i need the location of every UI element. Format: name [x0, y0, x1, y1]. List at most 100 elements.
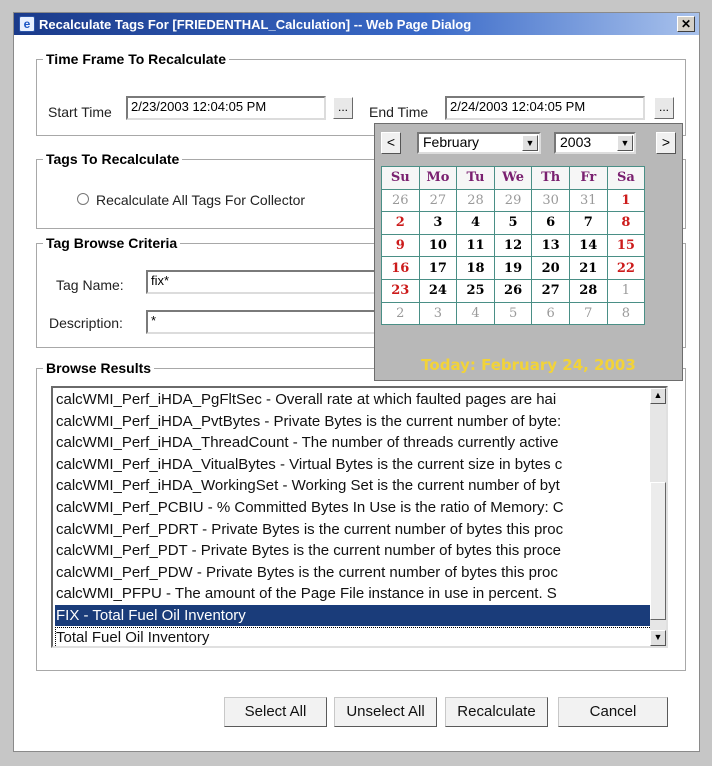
- calendar-day[interactable]: 26: [381, 188, 420, 213]
- month-select[interactable]: February ▼: [417, 132, 541, 154]
- start-time-input[interactable]: 2/23/2003 12:04:05 PM: [126, 96, 326, 120]
- calendar-day[interactable]: 13: [531, 233, 570, 258]
- result-list-item[interactable]: calcWMI_Perf_PDT - Private Bytes is the …: [55, 540, 652, 561]
- select-all-button[interactable]: Select All: [224, 697, 327, 727]
- calendar-day[interactable]: 12: [493, 233, 533, 258]
- calendar-day[interactable]: 6: [531, 211, 570, 235]
- start-time-picker-button[interactable]: ...: [333, 97, 353, 119]
- calendar-day[interactable]: 2: [381, 301, 420, 326]
- result-list-item[interactable]: FIX - Total Fuel Oil Inventory: [55, 605, 652, 626]
- result-list-item[interactable]: calcWMI_Perf_iHDA_ThreadCount - The numb…: [55, 432, 652, 453]
- calendar-day[interactable]: 4: [456, 211, 495, 235]
- calendar-day[interactable]: 25: [456, 278, 495, 303]
- calendar-day[interactable]: 4: [456, 301, 495, 326]
- scroll-thumb[interactable]: [650, 482, 666, 620]
- calendar-day[interactable]: 5: [493, 301, 533, 326]
- calendar-day[interactable]: 15: [606, 233, 646, 258]
- time-frame-legend: Time Frame To Recalculate: [43, 51, 229, 67]
- tag-name-input[interactable]: fix*: [146, 270, 376, 294]
- result-list-item[interactable]: calcWMI_Perf_iHDA_VitualBytes - Virtual …: [55, 454, 652, 475]
- prev-month-button[interactable]: <: [381, 132, 401, 154]
- result-list-item[interactable]: calcWMI_Perf_PDW - Private Bytes is the …: [55, 562, 652, 583]
- browse-criteria-legend: Tag Browse Criteria: [43, 235, 181, 251]
- calendar-day[interactable]: 16: [381, 256, 420, 280]
- recalculate-button[interactable]: Recalculate: [445, 697, 548, 727]
- calendar-day[interactable]: 6: [531, 301, 570, 326]
- browse-results-list[interactable]: calcWMI_Perf_iHDA_PgFltSec - Overall rat…: [51, 386, 668, 648]
- close-button[interactable]: ✕: [677, 16, 695, 32]
- window-title: Recalculate Tags For [FRIEDENTHAL_Calcul…: [39, 16, 472, 32]
- calendar-day[interactable]: 29: [493, 188, 533, 213]
- weekday-header: Su: [381, 166, 420, 190]
- result-list-item[interactable]: Total Fuel Oil Inventory: [55, 626, 652, 646]
- weekday-header: Fr: [568, 166, 608, 190]
- unselect-all-button[interactable]: Unselect All: [334, 697, 437, 727]
- today-label[interactable]: Today: February 24, 2003: [375, 356, 682, 374]
- calendar-day[interactable]: 2: [381, 211, 420, 235]
- calendar-day[interactable]: 9: [381, 233, 420, 258]
- cancel-button[interactable]: Cancel: [558, 697, 668, 727]
- result-list-item[interactable]: calcWMI_PFPU - The amount of the Page Fi…: [55, 583, 652, 604]
- year-select[interactable]: 2003 ▼: [554, 132, 636, 154]
- calendar-day[interactable]: 20: [531, 256, 570, 280]
- calendar-day[interactable]: 19: [493, 256, 533, 280]
- calendar-day[interactable]: 11: [456, 233, 495, 258]
- calendar-day[interactable]: 31: [568, 188, 608, 213]
- tags-to-recalculate-legend: Tags To Recalculate: [43, 151, 183, 167]
- calendar-popup: < February ▼ 2003 ▼ > Su Mo Tu We Th Fr Sa 26 27…: [374, 123, 683, 381]
- result-list-item[interactable]: calcWMI_Perf_PCBIU - % Committed Bytes I…: [55, 497, 652, 518]
- calendar-day[interactable]: 30: [531, 188, 570, 213]
- result-list-item[interactable]: calcWMI_Perf_iHDA_PgFltSec - Overall rat…: [55, 389, 652, 410]
- weekday-header: Tu: [456, 166, 495, 190]
- calendar-day[interactable]: 7: [568, 301, 608, 326]
- calendar-day[interactable]: 28: [568, 278, 608, 303]
- calendar-day[interactable]: 8: [606, 211, 646, 235]
- calendar-day[interactable]: 23: [381, 278, 420, 303]
- weekday-header: We: [493, 166, 533, 190]
- description-input[interactable]: *: [146, 310, 376, 334]
- scroll-up-arrow-icon[interactable]: ▲: [650, 388, 666, 404]
- weekday-header: Th: [531, 166, 570, 190]
- end-time-input[interactable]: 2/24/2003 12:04:05 PM: [445, 96, 645, 120]
- calendar-day[interactable]: 26: [493, 278, 533, 303]
- end-time-label: End Time: [369, 104, 429, 120]
- calendar-day[interactable]: 14: [568, 233, 608, 258]
- calendar-day[interactable]: 10: [418, 233, 458, 258]
- next-month-button[interactable]: >: [656, 132, 676, 154]
- calendar-day[interactable]: 3: [418, 301, 458, 326]
- ie-icon: e: [19, 16, 35, 32]
- year-dropdown-arrow-icon[interactable]: ▼: [617, 135, 633, 151]
- browse-results-legend: Browse Results: [43, 360, 155, 376]
- end-time-picker-button[interactable]: ...: [654, 97, 674, 119]
- calendar-day[interactable]: 27: [531, 278, 570, 303]
- calendar-day[interactable]: 18: [456, 256, 495, 280]
- calendar-day[interactable]: 3: [418, 211, 458, 235]
- calendar-grid: Su Mo Tu We Th Fr Sa 26 27 28 29 30 31 1 2 3 4 5 6 7 8 9 10 11 1…: [381, 166, 646, 326]
- calendar-day[interactable]: 8: [606, 301, 646, 326]
- description-label: Description:: [49, 315, 123, 331]
- calendar-day[interactable]: 1: [606, 278, 646, 303]
- weekday-header: Sa: [606, 166, 646, 190]
- recalc-all-radio[interactable]: [77, 193, 89, 205]
- calendar-day[interactable]: 5: [493, 211, 533, 235]
- calendar-day[interactable]: 17: [418, 256, 458, 280]
- calendar-day[interactable]: 21: [568, 256, 608, 280]
- results-scrollbar[interactable]: ▲ ▼: [650, 388, 666, 646]
- weekday-header: Mo: [418, 166, 458, 190]
- calendar-day[interactable]: 22: [606, 256, 646, 280]
- result-list-item[interactable]: calcWMI_Perf_PDRT - Private Bytes is the…: [55, 519, 652, 540]
- year-value: 2003: [560, 134, 592, 150]
- month-value: February: [423, 134, 480, 150]
- calendar-day[interactable]: 24: [418, 278, 458, 303]
- calendar-day[interactable]: 27: [418, 188, 458, 213]
- result-list-item[interactable]: calcWMI_Perf_iHDA_PvtBytes - Private Byt…: [55, 411, 652, 432]
- calendar-day[interactable]: 7: [568, 211, 608, 235]
- calendar-day[interactable]: 1: [606, 188, 646, 213]
- start-time-label: Start Time: [48, 104, 112, 120]
- result-list-item[interactable]: calcWMI_Perf_iHDA_WorkingSet - Working S…: [55, 475, 652, 496]
- recalc-all-label: Recalculate All Tags For Collector: [96, 192, 306, 208]
- calendar-day[interactable]: 28: [456, 188, 495, 213]
- month-dropdown-arrow-icon[interactable]: ▼: [522, 135, 538, 151]
- scroll-down-arrow-icon[interactable]: ▼: [650, 630, 666, 646]
- title-bar[interactable]: e Recalculate Tags For [FRIEDENTHAL_Calc…: [14, 13, 699, 35]
